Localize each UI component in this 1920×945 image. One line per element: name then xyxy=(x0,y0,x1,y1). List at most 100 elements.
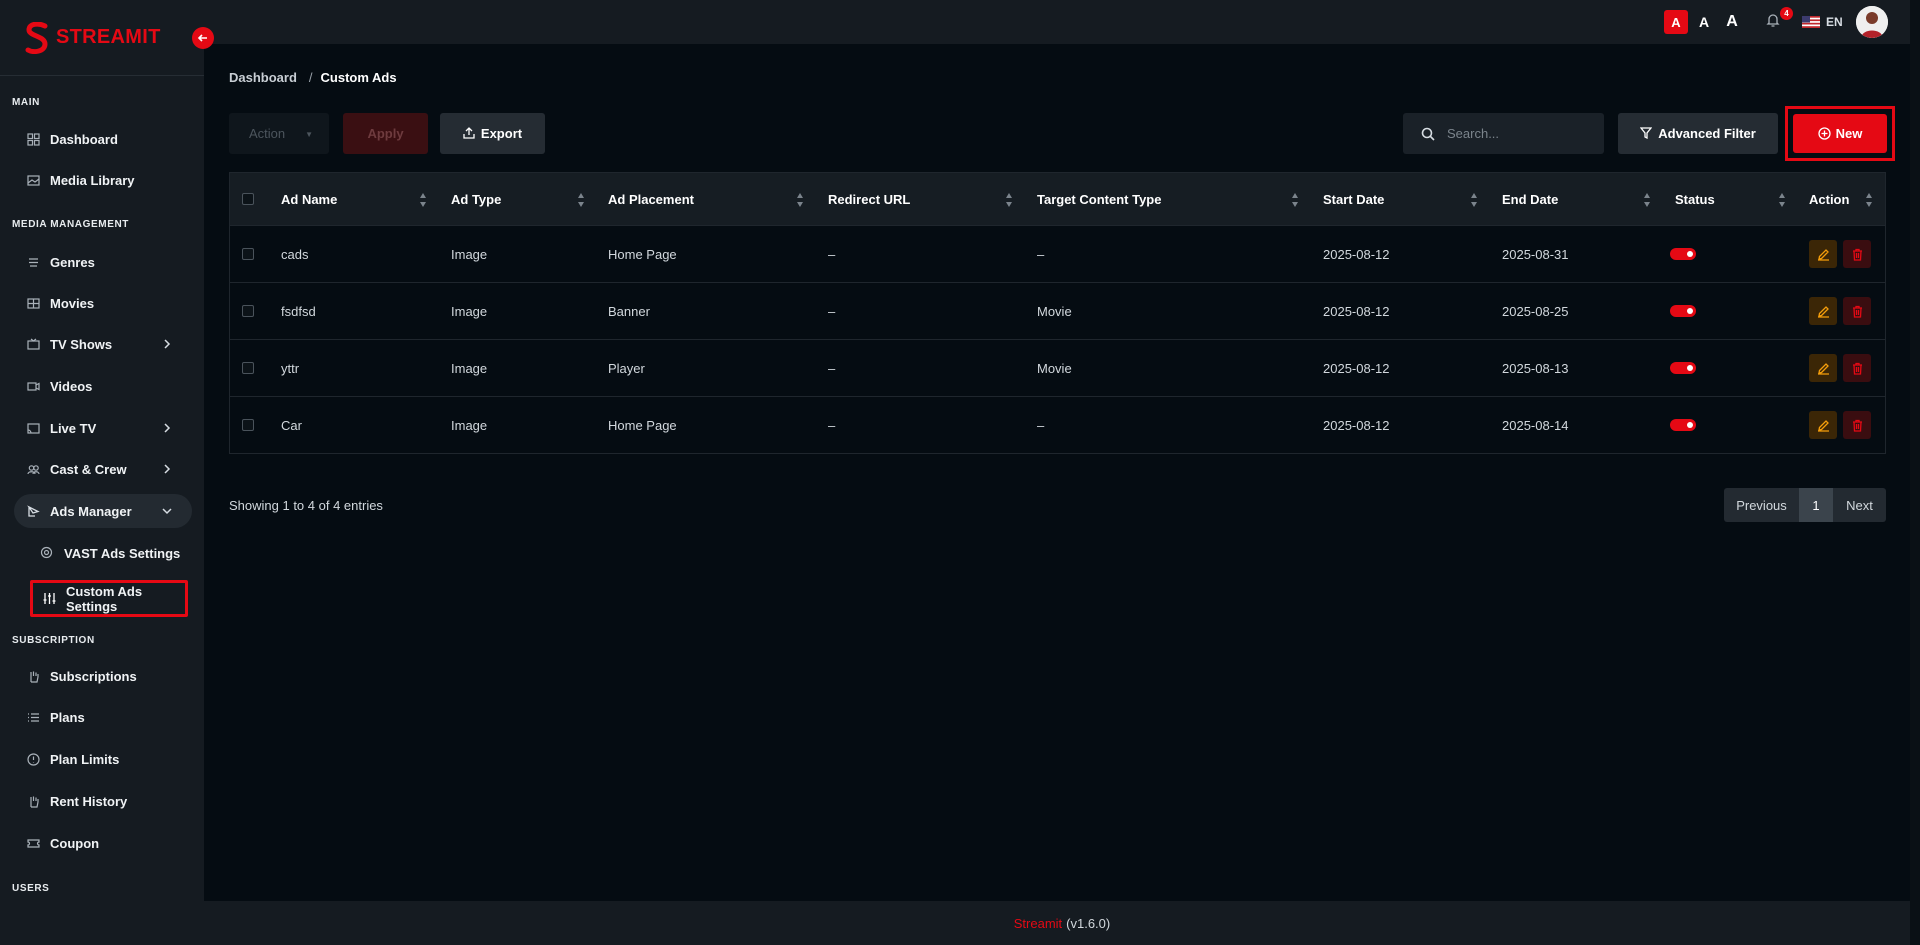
row-checkbox-cell xyxy=(242,283,254,339)
select-all-checkbox-cell xyxy=(242,173,254,225)
delete-button[interactable] xyxy=(1843,297,1871,325)
header-ad-placement[interactable]: Ad Placement xyxy=(608,173,694,225)
cell-end-date: 2025-08-13 xyxy=(1502,360,1569,376)
hand-icon xyxy=(26,669,40,683)
footer: Streamit (v1.6.0) xyxy=(204,901,1920,945)
sidebar-item-custom-ads-settings[interactable]: Custom Ads Settings xyxy=(30,580,188,617)
font-size-medium-button[interactable]: A xyxy=(1692,10,1716,34)
delete-button[interactable] xyxy=(1843,354,1871,382)
sort-icon[interactable] xyxy=(1005,192,1013,208)
sidebar-item-label: Cast & Crew xyxy=(50,461,127,477)
font-size-small-button[interactable]: A xyxy=(1664,10,1688,34)
row-checkbox-cell xyxy=(242,397,254,453)
sort-icon[interactable] xyxy=(1643,192,1651,208)
header-end-date[interactable]: End Date xyxy=(1502,173,1558,225)
header-start-date[interactable]: Start Date xyxy=(1323,173,1384,225)
previous-page-button[interactable]: Previous xyxy=(1724,488,1799,522)
header-ad-type[interactable]: Ad Type xyxy=(451,173,501,225)
table-row: yttr Image Player – Movie 2025-08-12 202… xyxy=(230,339,1885,396)
bulk-action-select[interactable]: Action ▼ xyxy=(229,113,329,154)
font-size-large-button[interactable]: A xyxy=(1720,10,1744,34)
status-toggle[interactable] xyxy=(1670,419,1696,431)
search-input[interactable]: Search... xyxy=(1403,113,1604,154)
sidebar-item-tv-shows[interactable]: TV Shows xyxy=(14,327,192,361)
status-toggle[interactable] xyxy=(1670,362,1696,374)
search-icon xyxy=(1421,127,1435,141)
table-header: Ad Name Ad Type Ad Placement Redirect UR… xyxy=(230,173,1885,225)
topbar: A A A 4 EN xyxy=(204,0,1920,44)
logo[interactable]: STREAMIT xyxy=(0,0,204,76)
sidebar-item-vast-ads-settings[interactable]: VAST Ads Settings xyxy=(30,536,188,570)
list-icon xyxy=(26,710,40,724)
pencil-icon xyxy=(1817,248,1829,261)
gear-icon xyxy=(40,546,54,560)
new-button-highlight: New xyxy=(1785,106,1895,161)
sidebar-item-cast-crew[interactable]: Cast & Crew xyxy=(14,452,192,486)
breadcrumb: Dashboard / Custom Ads xyxy=(229,70,397,85)
page-scrollbar[interactable] xyxy=(1910,0,1920,945)
breadcrumb-dashboard-link[interactable]: Dashboard xyxy=(229,70,297,85)
sidebar-item-dashboard[interactable]: Dashboard xyxy=(14,122,192,156)
chevron-right-icon xyxy=(160,337,174,351)
sidebar-item-plans[interactable]: Plans xyxy=(14,700,192,734)
sidebar-item-label: Subscriptions xyxy=(50,668,137,684)
avatar[interactable] xyxy=(1856,6,1888,38)
header-status[interactable]: Status xyxy=(1675,173,1715,225)
sort-icon[interactable] xyxy=(796,192,804,208)
cell-target-content-type: Movie xyxy=(1037,303,1072,319)
edit-button[interactable] xyxy=(1809,240,1837,268)
sidebar-item-live-tv[interactable]: Live TV xyxy=(14,411,192,445)
language-selector[interactable]: EN xyxy=(1826,15,1843,29)
trash-icon xyxy=(1852,362,1862,375)
next-page-button[interactable]: Next xyxy=(1833,488,1886,522)
header-redirect-url[interactable]: Redirect URL xyxy=(828,173,910,225)
sidebar-item-rent-history[interactable]: Rent History xyxy=(14,784,192,818)
row-checkbox[interactable] xyxy=(242,248,254,260)
sort-icon[interactable] xyxy=(1291,192,1299,208)
apply-button[interactable]: Apply xyxy=(343,113,428,154)
sidebar-item-media-library[interactable]: Media Library xyxy=(14,163,192,197)
caret-down-icon: ▼ xyxy=(305,130,313,139)
sort-icon[interactable] xyxy=(1865,192,1873,208)
export-button[interactable]: Export xyxy=(440,113,545,154)
sort-icon[interactable] xyxy=(1778,192,1786,208)
delete-button[interactable] xyxy=(1843,240,1871,268)
header-action: Action xyxy=(1809,191,1850,207)
sidebar-item-coupon[interactable]: Coupon xyxy=(14,826,192,860)
advanced-filter-button[interactable]: Advanced Filter xyxy=(1618,113,1778,154)
ticket-icon xyxy=(26,836,40,850)
sidebar-item-movies[interactable]: Movies xyxy=(14,286,192,320)
notification-badge: 4 xyxy=(1780,7,1793,20)
page-1-button[interactable]: 1 xyxy=(1799,488,1833,522)
sort-icon[interactable] xyxy=(577,192,585,208)
delete-button[interactable] xyxy=(1843,411,1871,439)
footer-brand-link[interactable]: Streamit xyxy=(1014,916,1062,931)
select-all-checkbox[interactable] xyxy=(242,193,254,205)
header-target-content-type[interactable]: Target Content Type xyxy=(1037,173,1161,225)
status-toggle[interactable] xyxy=(1670,248,1696,260)
trash-icon xyxy=(1852,248,1862,261)
action-select-value: Action xyxy=(249,126,286,141)
sidebar-item-ads-manager[interactable]: Ads Manager xyxy=(14,494,192,528)
table-row: fsdfsd Image Banner – Movie 2025-08-12 2… xyxy=(230,282,1885,339)
sort-icon[interactable] xyxy=(1470,192,1478,208)
cell-action xyxy=(1809,226,1871,282)
edit-button[interactable] xyxy=(1809,354,1837,382)
sidebar-item-genres[interactable]: Genres xyxy=(14,245,192,279)
sort-icon[interactable] xyxy=(419,192,427,208)
row-checkbox[interactable] xyxy=(242,362,254,374)
row-checkbox[interactable] xyxy=(242,419,254,431)
cell-ad-name: yttr xyxy=(281,360,300,376)
sidebar-item-plan-limits[interactable]: Plan Limits xyxy=(14,742,192,776)
row-checkbox[interactable] xyxy=(242,305,254,317)
new-button[interactable]: New xyxy=(1793,114,1887,153)
sidebar-item-videos[interactable]: Videos xyxy=(14,369,192,403)
advanced-filter-label: Advanced Filter xyxy=(1658,126,1756,141)
sidebar-item-subscriptions[interactable]: Subscriptions xyxy=(14,659,192,693)
header-ad-name[interactable]: Ad Name xyxy=(281,173,337,225)
breadcrumb-current: Custom Ads xyxy=(320,70,397,85)
edit-button[interactable] xyxy=(1809,411,1837,439)
edit-button[interactable] xyxy=(1809,297,1837,325)
status-toggle[interactable] xyxy=(1670,305,1696,317)
sidebar-collapse-button[interactable] xyxy=(192,27,214,49)
